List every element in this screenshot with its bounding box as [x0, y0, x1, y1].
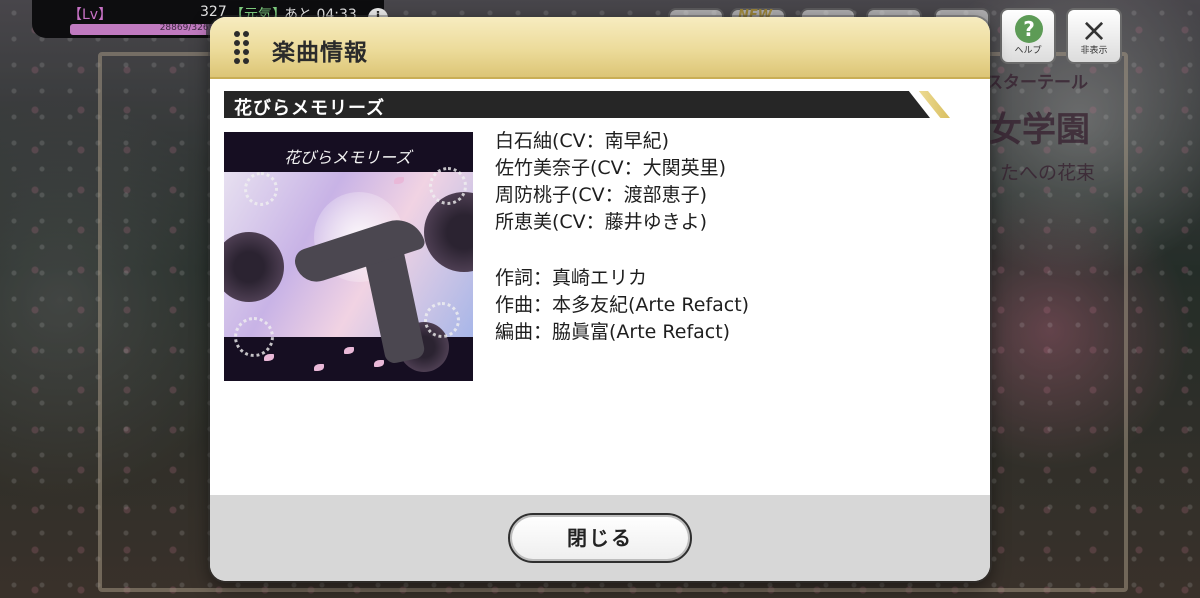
dialog-footer: 閉じる — [210, 495, 990, 581]
credit-singer-3: 周防桃子(CV：渡部恵子) — [495, 184, 708, 206]
song-jacket-image: 花びらメモリーズ — [224, 132, 473, 381]
exp-text: 28869/32650 — [159, 24, 220, 33]
exp-progress-bar: 28869/32650 — [70, 24, 224, 35]
level-label: 【Lv】 — [68, 7, 113, 23]
song-title: 花びらメモリーズ — [234, 98, 386, 119]
help-label: ヘルプ — [1014, 46, 1042, 56]
hide-label: 非表示 — [1080, 46, 1108, 56]
grip-icon — [234, 31, 250, 65]
song-info-dialog: 楽曲情報 花びらメモリーズ 花びらメモリーズ 白石紬(CV：南早紀) 佐竹美奈子… — [210, 17, 990, 581]
dialog-header: 楽曲情報 — [210, 17, 990, 77]
jacket-title-text: 花びらメモリーズ — [284, 148, 412, 167]
credit-singer-2: 佐竹美奈子(CV：大関英里) — [495, 157, 727, 179]
header-divider — [210, 77, 990, 79]
close-button[interactable]: 閉じる — [508, 513, 692, 563]
credit-arranger: 編曲：脇眞富(Arte Refact) — [495, 321, 731, 343]
dialog-title: 楽曲情報 — [272, 40, 368, 66]
credit-singer-4: 所恵美(CV：藤井ゆきよ) — [495, 211, 708, 233]
hide-ui-button[interactable]: × 非表示 — [1066, 8, 1122, 64]
help-icon: ? — [1015, 15, 1043, 43]
credit-composer: 作曲：本多友紀(Arte Refact) — [495, 294, 750, 316]
help-button[interactable]: ? ヘルプ — [1000, 8, 1056, 64]
credit-singer-1: 白石紬(CV：南早紀) — [495, 130, 670, 152]
credit-lyrics: 作詞：真崎エリカ — [495, 267, 648, 289]
